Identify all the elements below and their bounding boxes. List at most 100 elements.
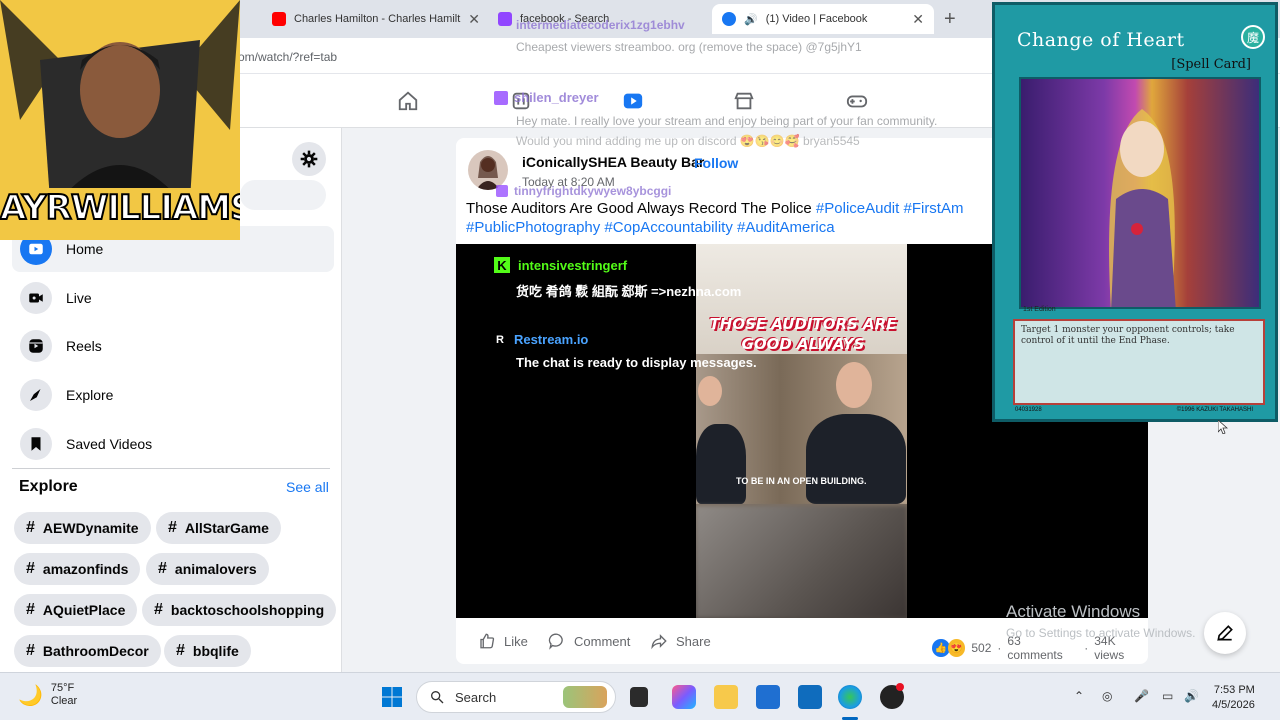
- activate-windows-subtitle: Go to Settings to activate Windows.: [1006, 626, 1196, 640]
- hashtag-chip[interactable]: # bbqlife: [164, 635, 251, 667]
- twitch-favicon-icon: [498, 12, 512, 26]
- caption-hashtags[interactable]: #PublicPhotography #CopAccountability #A…: [466, 219, 835, 236]
- card-edition: 1st Edition: [1023, 306, 1056, 313]
- microphone-icon[interactable]: 🎤: [1134, 689, 1149, 703]
- overlay-spam-text: Cheapest viewers streamboo. org (remove …: [516, 40, 862, 54]
- sidebar-item-label: Home: [66, 241, 104, 257]
- restream-chat-message: The chat is ready to display messages.: [516, 355, 757, 370]
- notification-badge: [896, 683, 904, 691]
- tab-title: (1) Video | Facebook: [765, 13, 868, 25]
- page-scrollbar[interactable]: [1266, 430, 1274, 670]
- speaker-icon: 🔊: [744, 13, 758, 26]
- volume-icon[interactable]: 🔊: [1184, 689, 1199, 703]
- outlook-icon[interactable]: [798, 685, 822, 709]
- kick-icon: K: [494, 257, 510, 273]
- post-author-name[interactable]: iConicallySHEA Beauty Bar: [522, 154, 704, 170]
- sidebar-item-label: Saved Videos: [66, 436, 153, 452]
- search-videos-input[interactable]: [240, 180, 326, 210]
- twitch-chat-user-2: tinnyfrightdkywyew8ybcggi: [496, 184, 671, 198]
- search-label: Search: [455, 689, 497, 705]
- sidebar-item-explore[interactable]: Explore: [12, 372, 334, 418]
- video-subtitle: TO BE IN AN OPEN BUILDING.: [736, 476, 867, 486]
- twitch-chat-user-1: shilen_dreyer: [494, 90, 599, 105]
- kick-chat-message: 货吃 肴鸽 鬏 組酛 郄斯 =>nezhna.com: [516, 284, 742, 299]
- overlay-user-label: intermediatecoderix1zg1ebhv: [516, 18, 685, 32]
- explore-icon: [20, 379, 52, 411]
- hashtag-icon: #: [158, 560, 167, 577]
- clock-date: 4/5/2026: [1212, 699, 1255, 711]
- hashtag-chip[interactable]: # backtoschoolshopping: [142, 594, 337, 626]
- reaction-count: 502: [971, 641, 992, 655]
- youtube-favicon-icon: [272, 12, 286, 26]
- hashtag-icon: #: [26, 642, 35, 659]
- video-frame: THOSE AUDITORS ARE GOOD ALWAYS RECORD TH…: [696, 244, 907, 618]
- share-button[interactable]: Share: [650, 632, 711, 650]
- bookmark-icon: [20, 428, 52, 460]
- twitch-icon: [496, 185, 508, 197]
- tab-youtube[interactable]: Charles Hamilton - Charles Hamilt ✕: [262, 4, 484, 34]
- streamer-name: AYRWILLIAMS: [0, 187, 240, 229]
- gaming-icon[interactable]: [845, 90, 869, 112]
- home-icon[interactable]: [396, 90, 420, 112]
- hashtag-chip[interactable]: # animalovers: [146, 553, 269, 585]
- comment-button[interactable]: Comment: [548, 632, 630, 650]
- tab-title: Charles Hamilton - Charles Hamilt: [294, 13, 461, 25]
- sidebar-item-live[interactable]: Live: [12, 275, 334, 321]
- edge-browser-icon[interactable]: [838, 685, 862, 709]
- display-icon[interactable]: ▭: [1162, 689, 1173, 703]
- network-icon[interactable]: ◎: [1102, 689, 1112, 703]
- marketplace-icon[interactable]: [732, 90, 756, 112]
- kick-username: intensivestringerf: [518, 257, 628, 273]
- mouse-cursor-icon: [1218, 420, 1228, 434]
- hashtag-chip[interactable]: # BathroomDecor: [14, 635, 161, 667]
- hashtag-chip[interactable]: # AEWDynamite: [14, 512, 151, 544]
- url-text[interactable]: om/watch/?ref=tab: [238, 50, 337, 64]
- settings-gear-icon[interactable]: [292, 142, 326, 176]
- watch-icon[interactable]: [621, 90, 645, 112]
- file-explorer-icon[interactable]: [714, 685, 738, 709]
- see-all-link[interactable]: See all: [286, 479, 329, 495]
- sidebar-item-saved-videos[interactable]: Saved Videos: [12, 421, 334, 467]
- blurred-video-section: [696, 506, 907, 618]
- new-tab-button[interactable]: +: [944, 8, 956, 31]
- separator-dot: ·: [686, 155, 691, 171]
- copilot-icon[interactable]: [672, 685, 696, 709]
- windows-taskbar: 🌙 75°F Clear Search ⌃ ◎ 🎤 ▭ 🔊 7:53 PM 4/…: [0, 672, 1280, 720]
- hashtag-icon: #: [154, 601, 163, 618]
- kick-chat-line: K intensivestringerf: [494, 257, 627, 273]
- card-title: Change of Heart: [1017, 29, 1185, 51]
- task-view-icon[interactable]: [630, 687, 648, 707]
- system-clock[interactable]: 7:53 PM 4/5/2026: [1212, 683, 1255, 713]
- compose-message-button[interactable]: [1204, 612, 1246, 654]
- hashtag-chip[interactable]: # AQuietPlace: [14, 594, 138, 626]
- hashtag-icon: #: [168, 519, 177, 536]
- show-hidden-icons[interactable]: ⌃: [1074, 689, 1084, 703]
- hashtag-chip[interactable]: # amazonfinds: [14, 553, 141, 585]
- hashtag-chip[interactable]: # AllStarGame: [156, 512, 281, 544]
- microsoft-store-icon[interactable]: [756, 685, 780, 709]
- hashtag-icon: #: [176, 642, 185, 659]
- restream-username: Restream.io: [513, 332, 589, 347]
- close-icon[interactable]: ✕: [468, 11, 480, 28]
- tab-facebook-video[interactable]: 🔊 (1) Video | Facebook ✕: [712, 4, 934, 34]
- card-copyright: ©1996 KAZUKI TAKAHASHI: [1176, 407, 1253, 413]
- caption-hashtags[interactable]: #PoliceAudit #FirstAm: [816, 200, 964, 217]
- hashtag-icon: #: [26, 519, 35, 536]
- weather-widget[interactable]: 🌙 75°F Clear: [18, 682, 77, 708]
- taskbar-search-box[interactable]: Search: [416, 681, 616, 713]
- activate-windows-title: Activate Windows: [1006, 602, 1141, 621]
- twitch-chat-message-1: Hey mate. I really love your stream and …: [516, 114, 938, 128]
- moon-icon: 🌙: [18, 684, 43, 707]
- follow-button[interactable]: Follow: [694, 155, 738, 171]
- close-icon[interactable]: ✕: [912, 11, 924, 28]
- edit-icon: [1217, 625, 1233, 641]
- live-icon: [20, 282, 52, 314]
- start-menu-icon[interactable]: [380, 685, 404, 709]
- officer-figure: [806, 414, 906, 504]
- sidebar-item-label: Reels: [66, 338, 102, 354]
- separator-dot: ·: [1084, 641, 1089, 655]
- restream-icon: R: [496, 333, 504, 346]
- like-button[interactable]: Like: [478, 632, 528, 650]
- sidebar-item-reels[interactable]: Reels: [12, 323, 334, 369]
- spell-attribute-icon: 魔: [1241, 25, 1265, 49]
